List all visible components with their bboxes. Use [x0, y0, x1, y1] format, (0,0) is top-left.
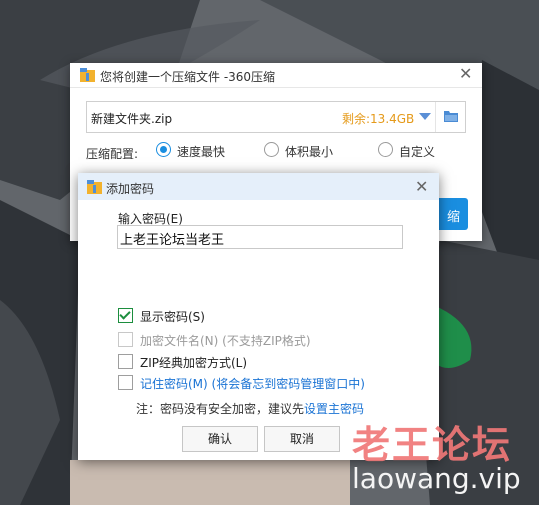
- checkbox-label: ZIP经典加密方式(L): [140, 356, 248, 370]
- radio-label: 自定义: [399, 145, 436, 159]
- watermark-url: laowang.vip: [352, 462, 521, 495]
- close-icon[interactable]: ✕: [415, 179, 428, 195]
- radio-label: 速度最快: [177, 145, 226, 159]
- compress-dialog-title: 您将创建一个压缩文件 -360压缩: [100, 70, 276, 84]
- password-input-value: 上老王论坛当老王: [120, 233, 225, 248]
- radio-label: 体积最小: [285, 145, 334, 159]
- ok-button[interactable]: 确认: [182, 426, 258, 452]
- password-dialog-title: 添加密码: [106, 182, 155, 196]
- checkbox-box: [118, 308, 133, 323]
- note-text: 注：密码没有安全加密，建议先: [136, 402, 305, 416]
- archive-path-field[interactable]: 新建文件夹.zip 剩余:13.4GB: [86, 101, 466, 133]
- cancel-button[interactable]: 取消: [264, 426, 340, 452]
- app-icon: [87, 180, 102, 194]
- app-icon: [80, 68, 95, 82]
- checkbox-box: [118, 332, 133, 347]
- checkbox-box: [118, 354, 133, 369]
- compress-button-label: 缩: [446, 210, 460, 225]
- folder-icon: [444, 111, 458, 122]
- archive-path-value: 新建文件夹.zip: [91, 112, 173, 126]
- security-note: 注：密码没有安全加密，建议先设置主密码: [136, 400, 364, 417]
- password-dialog-titlebar: 添加密码 ✕: [78, 173, 439, 200]
- radio-indicator: [264, 142, 279, 157]
- checkbox-label: 加密文件名(N) (不支持ZIP格式): [140, 334, 311, 348]
- checkbox-label: 记住密码(M) (将会备忘到密码管理窗口中): [140, 377, 365, 391]
- browse-folder-button[interactable]: [435, 102, 466, 132]
- password-input[interactable]: 上老王论坛当老王: [117, 225, 403, 249]
- free-space-label: 剩余:13.4GB: [342, 112, 415, 126]
- checkbox-sublabel: (将会备忘到密码管理窗口中): [211, 377, 365, 391]
- compress-dialog-titlebar: 您将创建一个压缩文件 -360压缩 ✕: [70, 63, 482, 88]
- checkbox-sublabel: (不支持ZIP格式): [222, 334, 311, 348]
- checkbox-box: [118, 375, 133, 390]
- radio-indicator: [378, 142, 393, 157]
- close-icon[interactable]: ✕: [459, 66, 472, 82]
- chevron-down-icon[interactable]: [419, 113, 431, 120]
- radio-indicator: [156, 142, 171, 157]
- checkbox-label: 显示密码(S): [140, 310, 205, 324]
- watermark-title: 老王论坛: [352, 423, 513, 467]
- compress-config-label: 压缩配置:: [86, 147, 139, 161]
